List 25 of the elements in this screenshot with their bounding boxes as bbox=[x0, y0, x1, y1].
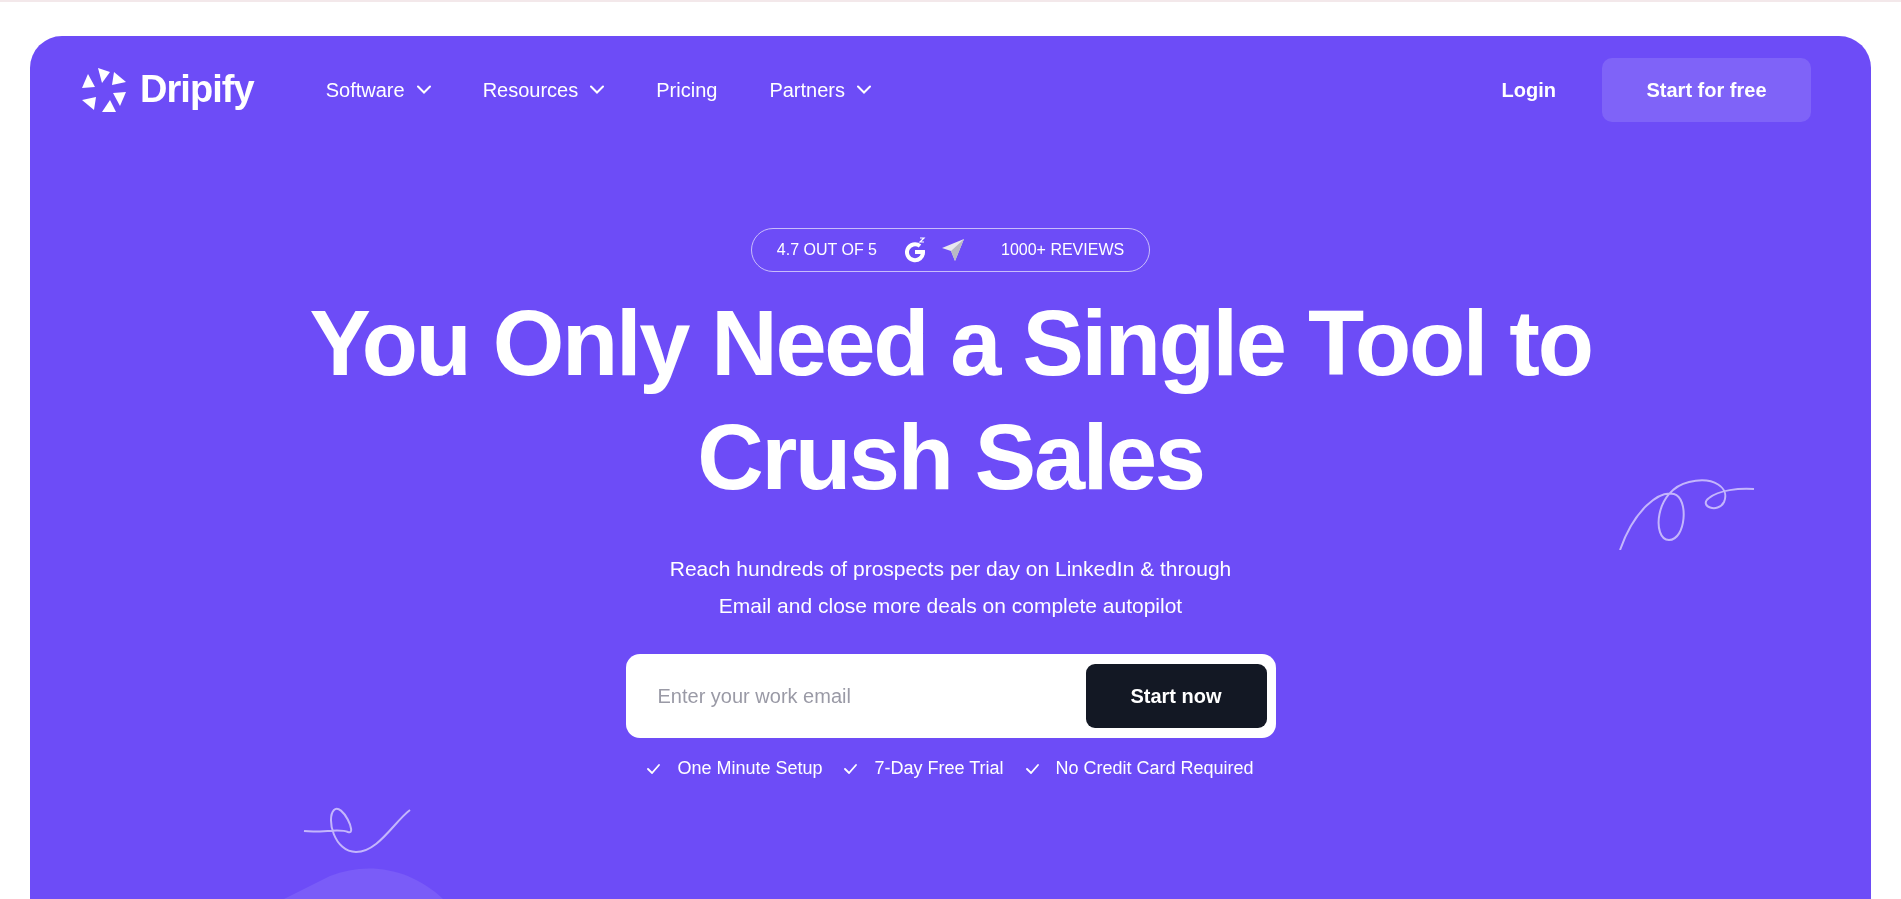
perk-text: 7-Day Free Trial bbox=[874, 757, 1004, 780]
headline: You Only Need a Single Tool to Crush Sales bbox=[309, 291, 1592, 510]
perk-text: One Minute Setup bbox=[677, 757, 823, 780]
review-count: 1000+ REVIEWS bbox=[1001, 240, 1125, 260]
email-field[interactable]: Enter your work email bbox=[657, 681, 1086, 711]
logo-icon bbox=[80, 65, 128, 114]
g2-icon bbox=[903, 237, 927, 263]
nav-link[interactable]: Partners bbox=[769, 74, 871, 105]
paper-plane-icon bbox=[941, 238, 965, 262]
checkmark-icon bbox=[647, 763, 661, 774]
nav-link[interactable]: Pricing bbox=[656, 74, 718, 105]
chevron-down-icon bbox=[590, 85, 605, 94]
nav-link[interactable]: Software bbox=[325, 74, 431, 105]
login-link[interactable]: Login bbox=[1501, 74, 1556, 105]
start-for-free-button[interactable]: Start for free bbox=[1602, 57, 1811, 122]
perk-text: No Credit Card Required bbox=[1055, 757, 1254, 780]
subtitle: Reach hundreds of prospects per day on LinkedIn & through Email and close more deals on complete autopilot bbox=[669, 556, 1232, 619]
start-now-button[interactable]: Start now bbox=[1085, 664, 1267, 728]
rating-score: 4.7 OUT OF 5 bbox=[776, 240, 877, 260]
chevron-down-icon bbox=[857, 85, 871, 94]
nav-link[interactable]: Resources bbox=[482, 74, 605, 105]
checkmark-icon bbox=[1025, 763, 1039, 774]
brand-name: Dripify bbox=[140, 67, 254, 112]
chevron-down-icon bbox=[416, 85, 431, 94]
checkmark-icon bbox=[844, 763, 858, 774]
